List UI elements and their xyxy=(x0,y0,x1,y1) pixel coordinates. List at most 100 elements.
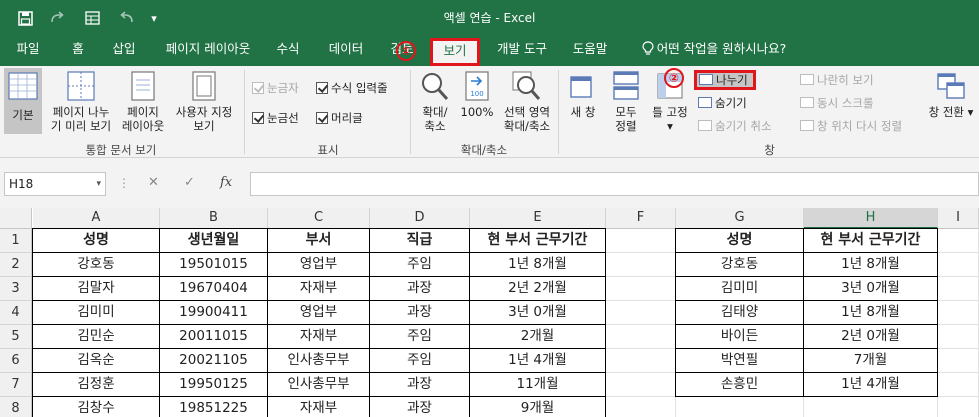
tab-data[interactable]: 데이터 xyxy=(320,36,372,66)
table-cell[interactable]: 자재부 xyxy=(267,324,370,349)
table-cell[interactable]: 김정훈 xyxy=(32,372,160,397)
page-layout-view-button[interactable]: 페이지 레이아웃 xyxy=(118,68,168,134)
insert-function-icon[interactable]: fx xyxy=(220,175,232,190)
tab-help[interactable]: 도움말 xyxy=(564,36,616,66)
table-cell[interactable]: 과장 xyxy=(369,276,470,301)
table-cell[interactable]: 3년 0개월 xyxy=(803,276,938,301)
grid-cell[interactable] xyxy=(938,253,979,277)
column-header[interactable]: E xyxy=(470,208,606,229)
table-cell[interactable]: 11개월 xyxy=(469,372,606,397)
table-cell[interactable]: 바이든 xyxy=(675,324,804,349)
table-cell[interactable]: 영업부 xyxy=(267,252,370,277)
table-cell[interactable]: 1년 8개월 xyxy=(803,252,938,277)
row-header[interactable]: 5 xyxy=(0,325,32,349)
table-cell[interactable]: 1년 8개월 xyxy=(469,252,606,277)
zoom-100-button[interactable]: 100 100% xyxy=(458,68,496,136)
table-cell[interactable]: 과장 xyxy=(369,300,470,325)
grid-cell[interactable] xyxy=(606,229,676,253)
table-cell[interactable]: 1년 4개월 xyxy=(803,372,938,397)
grid-cell[interactable] xyxy=(938,325,979,349)
table-cell[interactable]: 김미미 xyxy=(675,276,804,301)
arrange-all-button[interactable]: 모두 정렬 xyxy=(606,68,646,136)
select-all-corner[interactable] xyxy=(0,208,32,229)
table-cell[interactable]: 인사총무부 xyxy=(267,372,370,397)
column-header[interactable]: C xyxy=(268,208,370,229)
grid-cell[interactable] xyxy=(606,325,676,349)
table-cell[interactable]: 자재부 xyxy=(267,396,370,417)
table-cell[interactable]: 3년 0개월 xyxy=(469,300,606,325)
table-cell[interactable]: 손흥민 xyxy=(675,372,804,397)
table-cell[interactable]: 2개월 xyxy=(469,324,606,349)
table-cell[interactable]: 주임 xyxy=(369,348,470,373)
table-cell[interactable]: 김말자 xyxy=(32,276,160,301)
table-cell[interactable]: 2년 2개월 xyxy=(469,276,606,301)
table-header-cell[interactable]: 성명 xyxy=(675,228,804,253)
worksheet-grid[interactable]: A B C D E F G H I 1 2 3 4 5 6 7 8 성명 생년월일 부서 직급 현 부서 근무기간 강호동 1… xyxy=(0,208,979,417)
table-header-cell[interactable]: 직급 xyxy=(369,228,470,253)
table-cell[interactable]: 자재부 xyxy=(267,276,370,301)
reset-window-position-button[interactable]: 창 위치 다시 정렬 xyxy=(800,118,902,134)
column-header[interactable]: A xyxy=(33,208,160,229)
page-break-preview-button[interactable]: 페이지 나누 기 미리 보기 xyxy=(46,68,116,134)
grid-cell[interactable] xyxy=(938,229,979,253)
row-header[interactable]: 8 xyxy=(0,397,32,417)
enter-icon[interactable]: ✓ xyxy=(184,175,195,190)
column-header[interactable]: D xyxy=(370,208,470,229)
ruler-checkbox[interactable]: 눈금자 xyxy=(252,80,299,96)
tab-developer[interactable]: 개발 도구 xyxy=(488,36,556,66)
formula-bar-checkbox[interactable]: 수식 입력줄 xyxy=(316,80,388,96)
normal-view-button[interactable]: 기본 xyxy=(4,68,42,134)
custom-views-button[interactable]: 사용자 지정 보기 xyxy=(170,68,238,134)
cancel-icon[interactable]: ✕ xyxy=(148,175,159,190)
zoom-to-selection-button[interactable]: 선택 영역 확대/축소 xyxy=(498,68,556,136)
grid-cell[interactable] xyxy=(938,277,979,301)
column-header[interactable]: G xyxy=(676,208,804,229)
name-box[interactable]: H18 ▾ xyxy=(4,172,106,196)
table-cell[interactable]: 김옥순 xyxy=(32,348,160,373)
headings-checkbox[interactable]: 머리글 xyxy=(316,110,363,126)
table-cell[interactable]: 19670404 xyxy=(159,276,268,301)
grid-cell[interactable] xyxy=(804,397,938,417)
grid-cell[interactable] xyxy=(938,301,979,325)
table-cell[interactable]: 19900411 xyxy=(159,300,268,325)
synchronous-scrolling-button[interactable]: 동시 스크롤 xyxy=(800,95,874,111)
table-cell[interactable]: 김태양 xyxy=(675,300,804,325)
zoom-button[interactable]: 확대/ 축소 xyxy=(414,68,456,136)
split-button[interactable]: 나누기 xyxy=(694,70,756,90)
table-cell[interactable]: 과장 xyxy=(369,396,470,417)
formula-input[interactable] xyxy=(250,172,979,196)
table-cell[interactable]: 과장 xyxy=(369,372,470,397)
row-header[interactable]: 4 xyxy=(0,301,32,325)
column-header[interactable]: H xyxy=(804,208,938,229)
unhide-button[interactable]: 숨기기 취소 xyxy=(698,118,772,134)
switch-windows-button[interactable]: 창 전환 ▾ xyxy=(926,68,976,136)
row-header[interactable]: 1 xyxy=(0,229,32,253)
table-cell[interactable]: 7개월 xyxy=(803,348,938,373)
grid-cell[interactable] xyxy=(938,349,979,373)
grid-cell[interactable] xyxy=(606,373,676,397)
row-header[interactable]: 2 xyxy=(0,253,32,277)
table-cell[interactable]: 19501015 xyxy=(159,252,268,277)
table-cell[interactable]: 1년 8개월 xyxy=(803,300,938,325)
column-header[interactable]: I xyxy=(938,208,979,229)
grid-cell[interactable] xyxy=(938,373,979,397)
table-cell[interactable]: 강호동 xyxy=(32,252,160,277)
table-cell[interactable]: 19851225 xyxy=(159,396,268,417)
table-cell[interactable]: 1년 4개월 xyxy=(469,348,606,373)
table-cell[interactable]: 김민순 xyxy=(32,324,160,349)
table-cell[interactable]: 2년 0개월 xyxy=(803,324,938,349)
hide-button[interactable]: 숨기기 xyxy=(698,95,747,111)
grid-cell[interactable] xyxy=(606,397,676,417)
table-cell[interactable]: 20021105 xyxy=(159,348,268,373)
tab-page-layout[interactable]: 페이지 레이아웃 xyxy=(156,36,260,66)
grid-cell[interactable] xyxy=(606,349,676,373)
table-header-cell[interactable]: 부서 xyxy=(267,228,370,253)
grid-cell[interactable] xyxy=(938,397,979,417)
table-cell[interactable]: 박연필 xyxy=(675,348,804,373)
row-header[interactable]: 7 xyxy=(0,373,32,397)
grid-cell[interactable] xyxy=(606,253,676,277)
table-cell[interactable]: 20011015 xyxy=(159,324,268,349)
table-cell[interactable]: 주임 xyxy=(369,252,470,277)
name-box-dropdown-icon[interactable]: ▾ xyxy=(96,173,101,195)
grid-cell[interactable] xyxy=(676,397,804,417)
